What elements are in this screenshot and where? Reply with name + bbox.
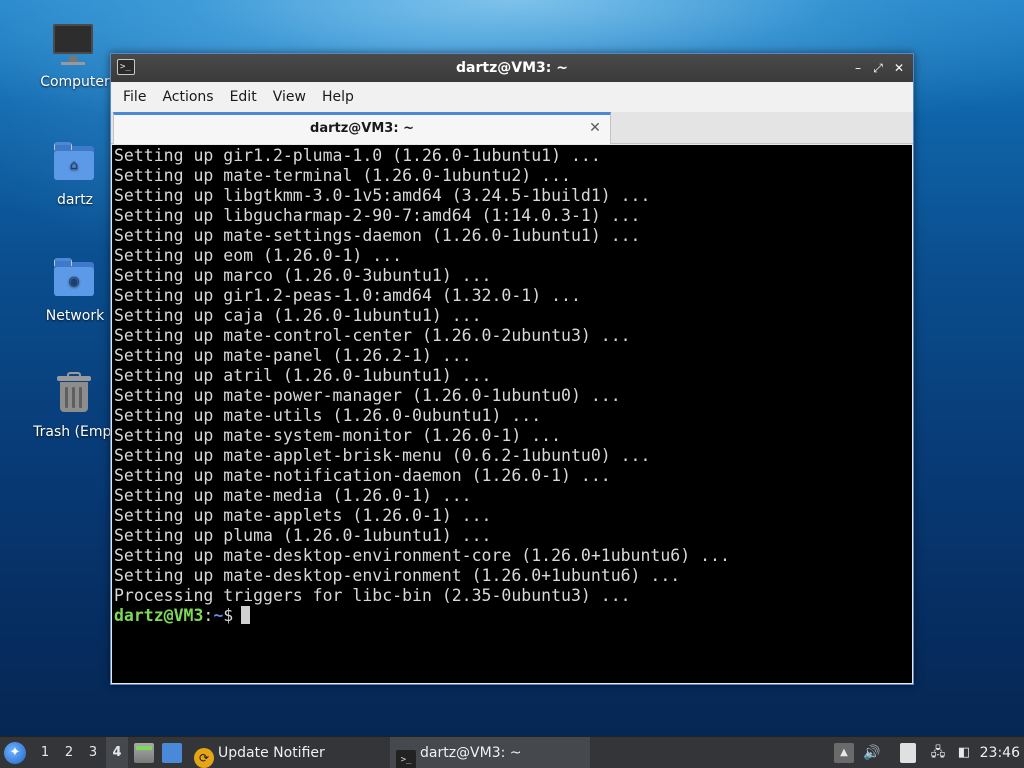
terminal-line: Setting up mate-media (1.26.0-1) ... [114, 486, 472, 505]
tab-strip: dartz@VM3: ~ ✕ [111, 112, 913, 144]
menu-help[interactable]: Help [314, 82, 362, 112]
terminal-line: Setting up mate-desktop-environment-core… [114, 546, 730, 565]
prompt-colon: : [203, 606, 214, 625]
prompt-user-host: dartz@VM3 [114, 606, 204, 625]
terminal-line: Setting up mate-power-manager (1.26.0-1u… [114, 386, 621, 405]
network-icon[interactable]: 🖧 [928, 743, 948, 763]
menu-bar: File Actions Edit View Help [111, 82, 913, 112]
upgrade-icon[interactable]: ▲ [834, 743, 854, 763]
workspace-1[interactable]: 1 [34, 737, 56, 768]
notification-icon[interactable]: ◧ [954, 743, 974, 763]
terminal-line: Setting up mate-notification-daemon (1.2… [114, 466, 611, 485]
terminal-output[interactable]: Setting up gir1.2-pluma-1.0 (1.26.0-1ubu… [112, 145, 912, 683]
trash-icon [51, 372, 99, 420]
terminal-line: Setting up mate-terminal (1.26.0-1ubuntu… [114, 166, 571, 185]
terminal-line: Setting up libgucharmap-2-90-7:amd64 (1:… [114, 206, 641, 225]
minimize-button[interactable]: – [849, 59, 867, 77]
workspace-3[interactable]: 3 [82, 737, 104, 768]
terminal-line: Setting up atril (1.26.0-1ubuntu1) ... [114, 366, 492, 385]
terminal-line: Setting up mate-control-center (1.26.0-2… [114, 326, 631, 345]
terminal-window: >_ dartz@VM3: ~ – ⤢ ✕ File Actions Edit … [110, 53, 914, 685]
terminal-line: Setting up mate-applets (1.26.0-1) ... [114, 506, 492, 525]
terminal-line: Setting up caja (1.26.0-1ubuntu1) ... [114, 306, 482, 325]
clipboard-icon[interactable] [900, 743, 916, 763]
task-update-notifier[interactable]: ⟳ Update Notifier [192, 737, 331, 768]
terminal-line: Setting up eom (1.26.0-1) ... [114, 246, 403, 265]
text-cursor [241, 606, 251, 624]
desktop-icon-label: Trash (Empt [33, 424, 117, 440]
clock[interactable]: 23:46 [980, 737, 1020, 768]
computer-icon [51, 22, 99, 70]
maximize-button[interactable]: ⤢ [869, 59, 887, 77]
workspace-4[interactable]: 4 [106, 737, 128, 768]
terminal-line: Setting up gir1.2-pluma-1.0 (1.26.0-1ubu… [114, 146, 601, 165]
prompt-path: ~ [213, 606, 224, 625]
terminal-line: Setting up mate-settings-daemon (1.26.0-… [114, 226, 641, 245]
terminal-line: Setting up mate-panel (1.26.2-1) ... [114, 346, 472, 365]
main-menu-icon[interactable]: ✦ [4, 742, 26, 764]
desktop-icon-label: Computer [40, 74, 110, 90]
task-label: Update Notifier [218, 745, 325, 761]
prompt-symbol: $ [223, 606, 234, 625]
task-terminal[interactable]: >_ dartz@VM3: ~ [390, 737, 590, 768]
tab-label: dartz@VM3: ~ [310, 121, 414, 136]
desktop-icon-label: Network [45, 308, 105, 324]
desktop-icon-label: dartz [56, 192, 94, 208]
volume-icon[interactable]: 🔊 [862, 743, 882, 763]
close-button[interactable]: ✕ [890, 59, 908, 77]
menu-view[interactable]: View [265, 82, 314, 112]
shell-prompt[interactable]: dartz@VM3:~$ [114, 606, 730, 626]
terminal-line: Setting up mate-desktop-environment (1.2… [114, 566, 681, 585]
terminal-icon: >_ [396, 750, 416, 768]
menu-file[interactable]: File [115, 82, 154, 112]
menu-actions[interactable]: Actions [154, 82, 221, 112]
terminal-line: Setting up gir1.2-peas-1.0:amd64 (1.32.0… [114, 286, 581, 305]
window-titlebar[interactable]: >_ dartz@VM3: ~ – ⤢ ✕ [111, 54, 913, 82]
file-manager-icon[interactable] [134, 743, 154, 763]
terminal-line: Setting up mate-utils (1.26.0-0ubuntu1) … [114, 406, 542, 425]
terminal-line: Setting up pluma (1.26.0-1ubuntu1) ... [114, 526, 492, 545]
terminal-line: Processing triggers for libc-bin (2.35-0… [114, 586, 631, 605]
window-title: dartz@VM3: ~ [456, 60, 568, 76]
bottom-panel: ✦ 1 2 3 4 ⟳ Update Notifier >_ dartz@VM3: … [0, 736, 1024, 768]
terminal-line: Setting up mate-system-monitor (1.26.0-1… [114, 426, 562, 445]
terminal-lines: Setting up gir1.2-pluma-1.0 (1.26.0-1ubu… [114, 146, 730, 626]
terminal-line: Setting up mate-applet-brisk-menu (0.6.2… [114, 446, 651, 465]
task-label: dartz@VM3: ~ [420, 745, 522, 761]
workspace-2[interactable]: 2 [58, 737, 80, 768]
terminal-line: Setting up libgtkmm-3.0-1v5:amd64 (3.24.… [114, 186, 651, 205]
menu-edit[interactable]: Edit [222, 82, 265, 112]
show-desktop-icon[interactable] [162, 743, 182, 763]
terminal-line: Setting up marco (1.26.0-3ubuntu1) ... [114, 266, 492, 285]
tab-terminal[interactable]: dartz@VM3: ~ ✕ [113, 112, 611, 144]
update-notifier-icon: ⟳ [194, 748, 214, 768]
home-folder-icon: ⌂ [51, 140, 99, 188]
tab-close-icon[interactable]: ✕ [588, 120, 602, 136]
network-folder-icon: ◉ [51, 256, 99, 304]
